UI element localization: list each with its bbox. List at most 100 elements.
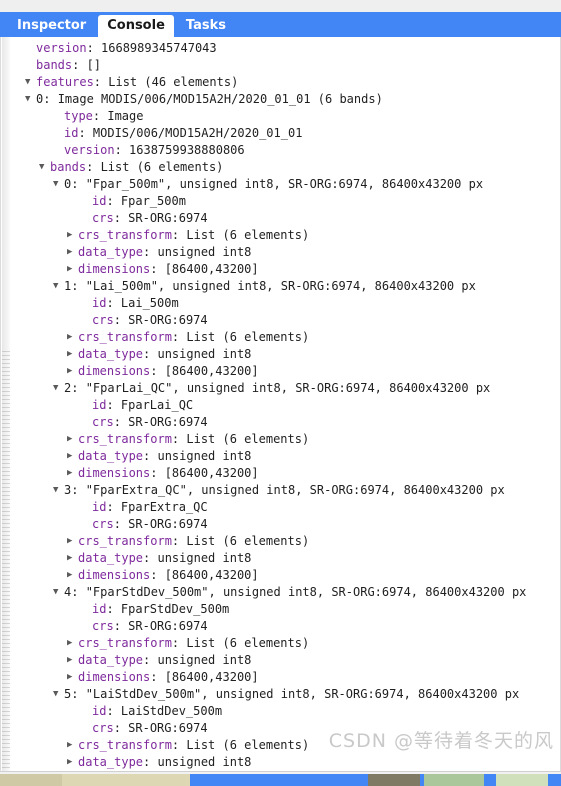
tree-row-value: Lai_500m (120, 296, 179, 310)
tree-row[interactable]: ▶dimensions: [86400,43200] (11, 363, 560, 380)
tree-row[interactable]: id: MODIS/006/MOD15A2H/2020_01_01 (11, 125, 560, 142)
tree-row-separator: : (71, 279, 86, 293)
triangle-right-icon[interactable]: ▶ (67, 465, 78, 482)
tab-tasks[interactable]: Tasks (177, 15, 235, 37)
tree-row[interactable]: ▶ data_type: unsigned int8 (11, 550, 560, 567)
triangle-right-icon[interactable]: ▶ (67, 431, 78, 448)
tree-row-separator: : (171, 534, 187, 548)
tree-row-key: version (36, 41, 87, 55)
tree-row-key: data_type (78, 551, 144, 565)
tree-row-separator: : (113, 313, 129, 327)
tree-row[interactable]: ▼ bands: List (6 elements) (11, 159, 560, 176)
triangle-right-icon[interactable]: ▶ (67, 329, 78, 346)
tree-row[interactable]: ▶ crs_transform: List (6 elements) (11, 533, 560, 550)
tree-row-key: dimensions (78, 670, 151, 684)
tab-inspector[interactable]: Inspector (8, 15, 95, 37)
tree-row[interactable]: ▶ crs_transform: List (6 elements) (11, 227, 560, 244)
tree-row[interactable]: ▶dimensions: [86400,43200] (11, 567, 560, 584)
tree-row[interactable]: ▶ data_type: unsigned int8 (11, 346, 560, 363)
triangle-right-icon[interactable]: ▶ (67, 346, 78, 363)
tree-row[interactable]: ▼ 0: Image MODIS/006/MOD15A2H/2020_01_01 … (11, 91, 560, 108)
tree-row[interactable]: bands: [] (11, 57, 560, 74)
triangle-right-icon[interactable]: ▶ (67, 261, 78, 278)
tree-row[interactable]: crs: SR-ORG:6974 (11, 210, 560, 227)
tree-row[interactable]: ▶ crs_transform: List (6 elements) (11, 635, 560, 652)
tree-row-value: List (6 elements) (186, 228, 310, 242)
tree-row-key: crs (92, 517, 114, 531)
triangle-right-icon[interactable]: ▶ (67, 737, 78, 754)
triangle-down-icon[interactable]: ▼ (53, 584, 64, 601)
tree-row-key: data_type (78, 449, 144, 463)
triangle-right-icon[interactable]: ▶ (67, 754, 78, 771)
tree-row[interactable]: ▼ 4: "FparStdDev_500m", unsigned int8, SR… (11, 584, 560, 601)
triangle-right-icon[interactable]: ▶ (67, 227, 78, 244)
tree-row[interactable]: ▶dimensions: [86400,43200] (11, 465, 560, 482)
tree-row[interactable]: id: FparLai_QC (11, 397, 560, 414)
object-inspector-tree[interactable]: version: 1668989345747043 bands: [] ▼ feat… (11, 40, 560, 772)
tree-row[interactable]: ▼ features: List (46 elements) (11, 74, 560, 91)
tree-row[interactable]: version: 1638759938880806 (11, 142, 560, 159)
tree-row[interactable]: id: Lai_500m (11, 295, 560, 312)
tree-row-separator: : (113, 415, 129, 429)
triangle-down-icon[interactable]: ▼ (25, 91, 36, 108)
triangle-right-icon[interactable]: ▶ (67, 635, 78, 652)
tree-row-key: crs_transform (78, 534, 172, 548)
triangle-down-icon[interactable]: ▼ (53, 686, 64, 703)
tree-row[interactable]: id: FparExtra_QC (11, 499, 560, 516)
tree-row[interactable]: ▶dimensions: [86400,43200] (11, 261, 560, 278)
tree-row[interactable]: crs: SR-ORG:6974 (11, 720, 560, 737)
tree-row-key: id (92, 500, 107, 514)
tree-row[interactable]: id: Fpar_500m (11, 193, 560, 210)
triangle-right-icon[interactable]: ▶ (67, 448, 78, 465)
tree-row[interactable]: ▶ data_type: unsigned int8 (11, 754, 560, 771)
tree-row[interactable]: crs: SR-ORG:6974 (11, 312, 560, 329)
triangle-down-icon[interactable]: ▼ (53, 278, 64, 295)
tree-row[interactable]: crs: SR-ORG:6974 (11, 618, 560, 635)
tree-row[interactable]: ▼ 0: "Fpar_500m", unsigned int8, SR-ORG:6… (11, 176, 560, 193)
tree-row[interactable]: ▼ 1: "Lai_500m", unsigned int8, SR-ORG:69… (11, 278, 560, 295)
triangle-right-icon[interactable]: ▶ (67, 533, 78, 550)
triangle-down-icon[interactable]: ▼ (53, 380, 64, 397)
tree-row-separator: : (143, 551, 158, 565)
tree-row[interactable]: type: Image (11, 108, 560, 125)
tree-row[interactable]: ▼ 2: "FparLai_QC", unsigned int8, SR-ORG:… (11, 380, 560, 397)
triangle-down-icon[interactable]: ▼ (53, 482, 64, 499)
triangle-right-icon[interactable]: ▶ (67, 771, 78, 772)
triangle-right-icon[interactable]: ▶ (67, 669, 78, 686)
tree-row[interactable]: ▶ crs_transform: List (6 elements) (11, 329, 560, 346)
tree-row[interactable]: ▶ data_type: unsigned int8 (11, 652, 560, 669)
tree-row-value: 1638759938880806 (129, 143, 245, 157)
tree-row-value: FparStdDev_500m (120, 602, 230, 616)
triangle-right-icon[interactable]: ▶ (67, 244, 78, 261)
tree-row-value: unsigned int8 (157, 551, 252, 565)
tree-row-separator: : (150, 670, 165, 684)
tree-row[interactable]: id: FparStdDev_500m (11, 601, 560, 618)
tree-row-key: id (92, 398, 107, 412)
tree-row-value: List (46 elements) (108, 75, 239, 89)
tree-row[interactable]: ▶ data_type: unsigned int8 (11, 448, 560, 465)
tree-row[interactable]: version: 1668989345747043 (11, 40, 560, 57)
triangle-right-icon[interactable]: ▶ (67, 567, 78, 584)
tab-console[interactable]: Console (98, 15, 174, 37)
triangle-right-icon[interactable]: ▶ (67, 550, 78, 567)
tree-row-key: id (64, 126, 79, 140)
tree-row[interactable]: ▶ crs_transform: List (6 elements) (11, 431, 560, 448)
tree-row-separator: : (143, 449, 158, 463)
triangle-right-icon[interactable]: ▶ (67, 363, 78, 380)
tree-row[interactable]: ▼ 3: "FparExtra_QC", unsigned int8, SR-OR… (11, 482, 560, 499)
tree-row[interactable]: crs: SR-ORG:6974 (11, 414, 560, 431)
triangle-down-icon[interactable]: ▼ (39, 159, 50, 176)
tree-row[interactable]: crs: SR-ORG:6974 (11, 516, 560, 533)
tree-row[interactable]: ▼ 5: "LaiStdDev_500m", unsigned int8, SR-… (11, 686, 560, 703)
twisty-spacer-icon (81, 516, 92, 533)
console-output-panel[interactable]: version: 1668989345747043 bands: [] ▼ feat… (0, 37, 561, 772)
tree-row[interactable]: ▶ crs_transform: List (6 elements) (11, 737, 560, 754)
triangle-down-icon[interactable]: ▼ (25, 74, 36, 91)
tree-row[interactable]: ▶ data_type: unsigned int8 (11, 244, 560, 261)
triangle-right-icon[interactable]: ▶ (67, 652, 78, 669)
triangle-down-icon[interactable]: ▼ (53, 176, 64, 193)
tree-row-value: List (6 elements) (186, 738, 310, 752)
tree-row[interactable]: ▶dimensions: [86400,43200] (11, 669, 560, 686)
tree-row[interactable]: ▶dimensions: [86400,43200] (11, 771, 560, 772)
tree-row[interactable]: id: LaiStdDev_500m (11, 703, 560, 720)
